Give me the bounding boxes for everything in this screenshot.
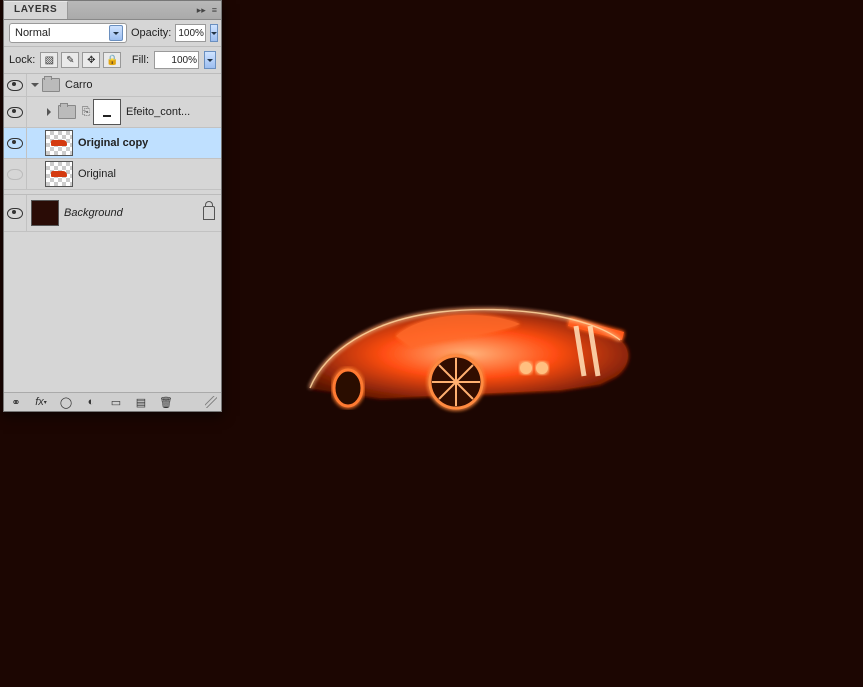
mask-icon[interactable]: ◯: [58, 395, 74, 409]
fill-label: Fill:: [132, 54, 149, 66]
trash-icon[interactable]: 🗑: [158, 395, 174, 409]
lock-pixels-icon[interactable]: ✎: [61, 52, 79, 68]
collapse-icon[interactable]: ▸▸: [197, 5, 206, 16]
panel-footer: ⚭ fx▾ ◯ ◐ ▭ ▤ 🗑: [4, 392, 221, 411]
opacity-input[interactable]: 100%: [175, 24, 206, 42]
fill-flyout-icon[interactable]: [204, 51, 216, 69]
layer-label: Original copy: [78, 137, 148, 149]
panel-tabbar: LAYERS ▸▸ ≡: [4, 1, 221, 20]
layer-original-copy[interactable]: Original copy: [4, 128, 221, 159]
layer-thumb[interactable]: [31, 200, 59, 226]
mask-thumb[interactable]: [93, 99, 121, 125]
lock-row: Lock: ▧ ✎ ✥ 🔒 Fill: 100%: [4, 47, 221, 74]
disclosure-icon[interactable]: [31, 83, 39, 91]
opacity-flyout-icon[interactable]: [210, 24, 218, 42]
lock-icon: [203, 206, 215, 220]
panel-menu-icon[interactable]: ≡: [212, 5, 217, 15]
layer-list: Carro ⎘ Efeito_cont... Original copy: [4, 74, 221, 392]
fx-icon[interactable]: fx▾: [33, 395, 49, 409]
car-artwork: [300, 280, 640, 420]
adjustment-layer-icon[interactable]: ◐: [83, 395, 99, 409]
lock-label: Lock:: [9, 54, 35, 66]
layers-tab[interactable]: LAYERS: [4, 1, 68, 19]
layer-label: Carro: [65, 79, 93, 91]
visibility-toggle[interactable]: [7, 169, 23, 180]
layer-thumb[interactable]: [45, 161, 73, 187]
chevron-down-icon: [109, 25, 123, 41]
visibility-toggle[interactable]: [7, 80, 23, 91]
layers-panel: LAYERS ▸▸ ≡ Normal Opacity: 100% Lock: ▧…: [3, 0, 222, 412]
disclosure-icon[interactable]: [47, 108, 55, 116]
layer-label: Background: [64, 207, 123, 219]
new-group-icon[interactable]: ▭: [108, 395, 124, 409]
lock-position-icon[interactable]: ✥: [82, 52, 100, 68]
new-layer-icon[interactable]: ▤: [133, 395, 149, 409]
visibility-toggle[interactable]: [7, 138, 23, 149]
layer-label: Original: [78, 168, 116, 180]
layer-efeito-cont[interactable]: ⎘ Efeito_cont...: [4, 97, 221, 128]
folder-icon: [58, 105, 76, 119]
opacity-label: Opacity:: [131, 27, 171, 39]
folder-icon: [42, 78, 60, 92]
layer-background[interactable]: Background: [4, 194, 221, 232]
blend-row: Normal Opacity: 100%: [4, 20, 221, 47]
fill-input[interactable]: 100%: [154, 51, 199, 69]
blend-mode-value: Normal: [15, 27, 50, 39]
layer-thumb[interactable]: [45, 130, 73, 156]
blend-mode-select[interactable]: Normal: [9, 23, 127, 43]
layer-original[interactable]: Original: [4, 159, 221, 190]
layer-group-carro[interactable]: Carro: [4, 74, 221, 97]
visibility-toggle[interactable]: [7, 107, 23, 118]
lock-all-icon[interactable]: 🔒: [103, 52, 121, 68]
visibility-toggle[interactable]: [7, 208, 23, 219]
layer-label: Efeito_cont...: [126, 106, 190, 118]
lock-transparency-icon[interactable]: ▧: [40, 52, 58, 68]
link-icon: ⎘: [81, 106, 91, 119]
link-layers-icon[interactable]: ⚭: [8, 395, 24, 409]
resize-grip[interactable]: [205, 396, 217, 408]
